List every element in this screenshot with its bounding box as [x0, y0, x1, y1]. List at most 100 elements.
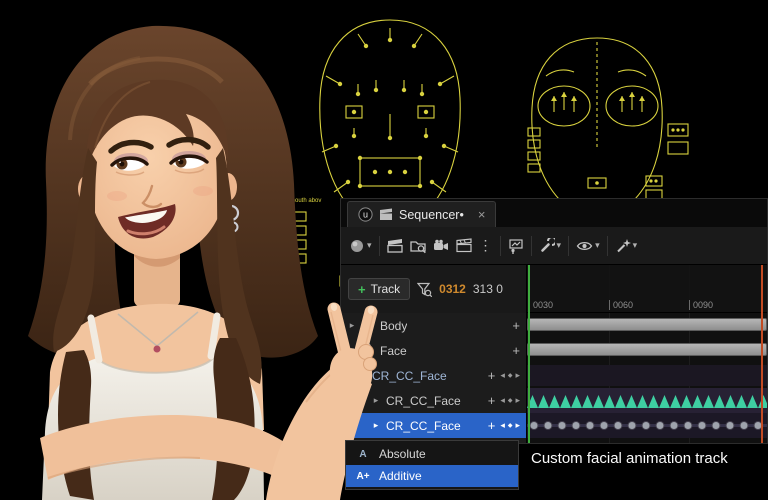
sphere-icon — [349, 238, 365, 254]
browse-sequence-button[interactable] — [410, 238, 426, 254]
add-section-button[interactable]: + — [488, 418, 496, 433]
prev-key-icon[interactable]: ◂ — [500, 370, 505, 381]
add-key-icon[interactable]: ◆ — [508, 372, 513, 379]
tick-label: 0060 — [613, 300, 633, 310]
keyframe-nav[interactable]: ◂ ◆ ▸ — [500, 420, 520, 431]
track-row-cr-cc-face-child[interactable]: ▸ CR_CC_Face + ◂ ◆ ▸ — [341, 388, 526, 413]
caption-text: Custom facial animation track — [531, 450, 728, 467]
tab-bar: u Sequencer• × — [341, 199, 767, 227]
camera-icon — [433, 238, 449, 254]
playhead-marker[interactable] — [528, 265, 530, 443]
toolbar-separator — [500, 236, 501, 256]
view-options-dropdown-button[interactable]: ▾ — [576, 239, 600, 253]
filter-search-icon[interactable] — [417, 282, 432, 297]
rig-label: mouth abov — [290, 198, 321, 204]
next-key-icon[interactable]: ▸ — [515, 395, 520, 406]
absolute-blend-icon: A — [355, 449, 371, 460]
next-key-icon[interactable]: ▸ — [515, 420, 520, 431]
chevron-down-icon[interactable]: ▾ — [357, 370, 367, 381]
track-toolbar: + Track 0312 313 0 — [341, 265, 526, 313]
unreal-logo-letter: u — [363, 210, 368, 220]
animation-section-bar[interactable] — [527, 318, 767, 331]
track-row-face[interactable]: ▾ Face + — [341, 338, 526, 363]
ruler-tick: 0090 — [689, 300, 713, 310]
ruler-tick: 0060 — [609, 300, 633, 310]
keyframe-dot-strip[interactable] — [527, 413, 767, 438]
chevron-down-icon: ▾ — [633, 241, 638, 250]
skeleton-icon — [362, 343, 375, 358]
add-key-icon[interactable]: ◆ — [508, 422, 513, 429]
chevron-right-icon[interactable]: ▸ — [371, 420, 381, 431]
track-row-cr-cc-face-selected[interactable]: ▸ CR_CC_Face + ◂ ◆ ▸ — [341, 413, 526, 438]
timeline-row-cr-cc-face — [527, 363, 767, 388]
board-figure-icon — [508, 238, 524, 254]
chevron-right-icon[interactable]: ▸ — [347, 320, 357, 331]
track-label: CR_CC_Face — [372, 369, 447, 383]
add-track-label: Track — [371, 282, 401, 296]
timeline-row-face — [527, 338, 767, 363]
control-rig-section[interactable] — [527, 365, 767, 386]
add-key-icon[interactable]: ◆ — [508, 397, 513, 404]
settings-dropdown-button[interactable]: ▾ — [539, 238, 562, 254]
add-section-button[interactable]: + — [488, 393, 496, 408]
timeline-row-keyframe-dots — [527, 413, 767, 438]
ruler-tick: 0030 — [529, 300, 553, 310]
track-row-cr-cc-face[interactable]: ▾ CR_CC_Face + ◂ ◆ ▸ — [341, 363, 526, 388]
toolbar-separator — [607, 236, 608, 256]
add-section-button[interactable]: + — [512, 318, 520, 333]
add-section-button[interactable]: + — [512, 343, 520, 358]
camera-button[interactable] — [433, 238, 449, 254]
timeline-area[interactable]: 0030 0060 0090 — [527, 265, 767, 443]
sequencer-panel: u Sequencer• × ▾ — [340, 198, 768, 444]
toolbar-separator — [531, 236, 532, 256]
save-sequence-button[interactable] — [387, 238, 403, 253]
more-options-icon[interactable]: ⋮ — [479, 237, 493, 254]
current-frame[interactable]: 0312 — [439, 282, 466, 296]
menu-item-label: Absolute — [379, 447, 426, 461]
close-icon[interactable]: × — [478, 207, 486, 222]
track-label: Face — [380, 344, 407, 358]
keyframe-nav[interactable]: ◂ ◆ ▸ — [500, 370, 520, 381]
plus-icon: + — [358, 283, 366, 296]
tick-label: 0090 — [693, 300, 713, 310]
sequencer-toolbar: ▾ — [341, 227, 767, 265]
additive-blend-icon: A+ — [355, 471, 371, 482]
next-key-icon[interactable]: ▸ — [515, 370, 520, 381]
menu-item-additive[interactable]: A+ Additive — [346, 465, 518, 487]
prev-key-icon[interactable]: ◂ — [500, 395, 505, 406]
tick-label: 0030 — [533, 300, 553, 310]
edit-details-button[interactable] — [508, 238, 524, 254]
playback-options-dropdown-button[interactable]: ▾ — [615, 238, 638, 254]
keyframe-triangle-strip[interactable] — [527, 388, 767, 413]
render-movie-button[interactable] — [456, 238, 472, 253]
toolbar-separator — [568, 236, 569, 256]
track-label: CR_CC_Face — [386, 394, 461, 408]
prev-key-icon[interactable]: ◂ — [500, 420, 505, 431]
track-label: CR_CC_Face — [386, 419, 461, 433]
tab-sequencer[interactable]: u Sequencer• × — [347, 201, 496, 227]
eye-icon — [576, 239, 593, 253]
timeline-ruler[interactable]: 0030 0060 0090 — [527, 265, 767, 313]
world-dropdown-button[interactable]: ▾ — [349, 238, 372, 254]
track-label: Body — [380, 319, 407, 333]
save-slate-icon — [387, 238, 403, 253]
chevron-right-icon[interactable]: ▸ — [371, 395, 381, 406]
keyframe-nav[interactable]: ◂ ◆ ▸ — [500, 395, 520, 406]
track-row-body[interactable]: ▸ Body + — [341, 313, 526, 338]
skeleton-icon — [362, 318, 375, 333]
add-track-button[interactable]: + Track — [348, 278, 410, 300]
chevron-down-icon: ▾ — [557, 241, 562, 250]
track-outliner: + Track 0312 313 0 ▸ — [341, 265, 527, 443]
menu-item-absolute[interactable]: A Absolute — [346, 443, 518, 465]
playback-end-marker[interactable] — [761, 265, 763, 443]
chevron-down-icon[interactable]: ▾ — [347, 345, 357, 356]
unreal-logo-icon: u — [358, 207, 373, 222]
animation-section-bar[interactable] — [527, 343, 767, 356]
folder-search-icon — [410, 238, 426, 254]
tab-title: Sequencer• — [399, 208, 464, 222]
wrench-icon — [539, 238, 555, 254]
add-section-button[interactable]: + — [488, 368, 496, 383]
end-frame[interactable]: 313 0 — [473, 282, 503, 296]
timeline-row-keyframe-triangles — [527, 388, 767, 413]
blend-type-context-menu: A Absolute A+ Additive — [345, 440, 519, 490]
